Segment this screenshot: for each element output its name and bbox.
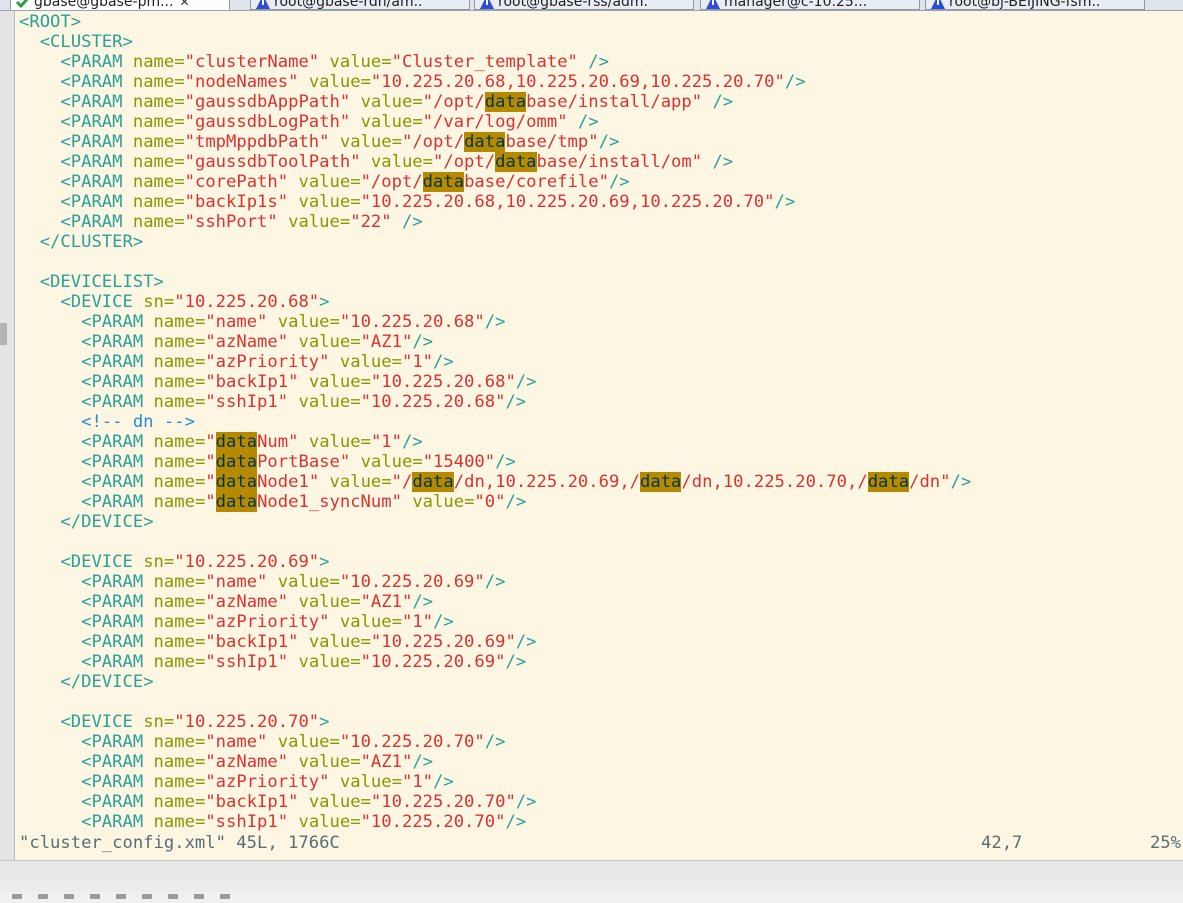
editor-line: <PARAM name="azName" value="AZ1"/> bbox=[81, 332, 434, 352]
editor-line: </DEVICE> bbox=[60, 672, 154, 692]
session-tab-3[interactable]: root@gbase-rss/adm... bbox=[474, 0, 694, 10]
left-gutter bbox=[0, 11, 14, 860]
session-tab-2[interactable]: root@gbase-rdh/am... bbox=[250, 0, 470, 10]
editor-line: <PARAM name="sshIp1" value="10.225.20.68… bbox=[81, 392, 527, 412]
editor-line: <DEVICE sn="10.225.20.68"> bbox=[60, 292, 330, 312]
editor-line: <PARAM name="dataPortBase" value="15400"… bbox=[81, 452, 516, 472]
gutter-marker bbox=[0, 323, 7, 345]
terminal-icon bbox=[705, 0, 721, 9]
status-file-info: "cluster_config.xml" 45L, 1766C bbox=[19, 833, 340, 853]
editor-line: <DEVICE sn="10.225.20.69"> bbox=[60, 552, 330, 572]
editor-line: <PARAM name="sshPort" value="22" /> bbox=[60, 212, 423, 232]
editor-line: <PARAM name="azName" value="AZ1"/> bbox=[81, 752, 434, 772]
terminal-icon bbox=[930, 0, 946, 9]
editor-line: <PARAM name="corePath" value="/opt/datab… bbox=[60, 172, 630, 192]
editor-line: <PARAM name="tmpMppdbPath" value="/opt/d… bbox=[60, 132, 620, 152]
session-tab-5[interactable]: root@bj-BEIJING-fsm... bbox=[925, 0, 1145, 10]
session-tab-1[interactable]: gbase@gbase-pm... ✕ bbox=[10, 0, 230, 10]
editor-line: <PARAM name="dataNode1_syncNum" value="0… bbox=[81, 492, 527, 512]
editor-line: <PARAM name="backIp1" value="10.225.20.6… bbox=[81, 632, 537, 652]
editor-line: <!-- dn --> bbox=[81, 412, 195, 432]
editor-line: <PARAM name="nodeNames" value="10.225.20… bbox=[60, 72, 806, 92]
session-tab-label: root@gbase-rss/adm... bbox=[498, 0, 648, 10]
editor-line: <DEVICELIST> bbox=[39, 272, 164, 292]
status-scroll-percent: 25% bbox=[1149, 833, 1181, 853]
editor-line: <PARAM name="gaussdbToolPath" value="/op… bbox=[60, 152, 734, 172]
editor-line: <PARAM name="azName" value="AZ1"/> bbox=[81, 592, 434, 612]
editor-line: <PARAM name="sshIp1" value="10.225.20.69… bbox=[81, 652, 527, 672]
session-tab-label: root@bj-BEIJING-fsm... bbox=[949, 0, 1099, 10]
close-icon[interactable]: ✕ bbox=[179, 0, 189, 9]
session-tab-label: manager@c-10.25... bbox=[724, 0, 868, 10]
status-cursor-position: 42,7 bbox=[981, 833, 1023, 853]
session-tab-label: gbase@gbase-pm... bbox=[34, 0, 174, 10]
editor-line: <PARAM name="dataNode1" value="/data/dn,… bbox=[81, 472, 972, 492]
terminal-icon bbox=[479, 0, 495, 9]
editor-line: <PARAM name="sshIp1" value="10.225.20.70… bbox=[81, 812, 527, 832]
session-tab-label: root@gbase-rdh/am... bbox=[274, 0, 424, 10]
terminal-editor[interactable]: <ROOT> <CLUSTER> <PARAM name="clusterNam… bbox=[14, 11, 1183, 860]
editor-line: <ROOT> bbox=[19, 12, 82, 32]
editor-line: <PARAM name="gaussdbLogPath" value="/var… bbox=[60, 112, 599, 132]
editor-line: <CLUSTER> bbox=[39, 32, 133, 52]
session-tab-bar: gbase@gbase-pm... ✕ root@gbase-rdh/am... ro… bbox=[0, 0, 1183, 11]
editor-line: </CLUSTER> bbox=[39, 232, 144, 252]
session-tab-4[interactable]: manager@c-10.25... bbox=[700, 0, 920, 10]
editor-line: <PARAM name="name" value="10.225.20.68"/… bbox=[81, 312, 506, 332]
editor-line: <DEVICE sn="10.225.20.70"> bbox=[60, 712, 330, 732]
bottom-bar bbox=[0, 860, 1183, 899]
editor-line: <PARAM name="gaussdbAppPath" value="/opt… bbox=[60, 92, 734, 112]
check-icon bbox=[15, 0, 31, 9]
vim-status-line: "cluster_config.xml" 45L, 1766C 42,7 25% bbox=[19, 833, 1181, 853]
editor-line: <PARAM name="name" value="10.225.20.69"/… bbox=[81, 572, 506, 592]
editor-line: <PARAM name="backIp1" value="10.225.20.7… bbox=[81, 792, 537, 812]
editor-line: <PARAM name="azPriority" value="1"/> bbox=[81, 772, 454, 792]
editor-line: <PARAM name="name" value="10.225.20.70"/… bbox=[81, 732, 506, 752]
editor-line: <PARAM name="azPriority" value="1"/> bbox=[81, 352, 454, 372]
editor-line: <PARAM name="clusterName" value="Cluster… bbox=[60, 52, 609, 72]
editor-line: <PARAM name="azPriority" value="1"/> bbox=[81, 612, 454, 632]
terminal-icon bbox=[255, 0, 271, 9]
editor-line: <PARAM name="dataNum" value="1"/> bbox=[81, 432, 423, 452]
editor-line: <PARAM name="backIp1" value="10.225.20.6… bbox=[81, 372, 537, 392]
editor-line: </DEVICE> bbox=[60, 512, 154, 532]
editor-line: <PARAM name="backIp1s" value="10.225.20.… bbox=[60, 192, 796, 212]
